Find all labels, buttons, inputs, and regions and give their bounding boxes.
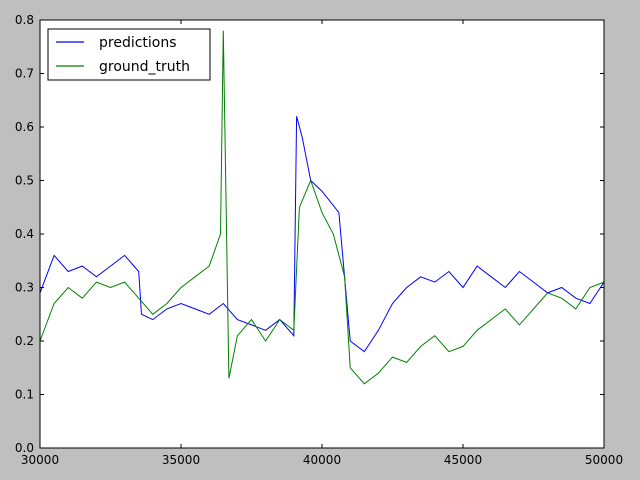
figure: 30000 35000 40000 45000 50000 0.0 0.1 0.2 0.3 0.4…	[0, 0, 640, 480]
x-tick-label: 45000	[444, 453, 482, 467]
x-tick-label: 35000	[162, 453, 200, 467]
y-tick-label: 0.6	[15, 120, 34, 134]
y-tick-label: 0.1	[15, 388, 34, 402]
legend: predictions ground_truth	[47, 28, 211, 81]
line-chart: 30000 35000 40000 45000 50000 0.0 0.1 0.2 0.3 0.4…	[0, 0, 640, 480]
y-tick-label: 0.8	[15, 13, 34, 27]
y-tick-label: 0.4	[15, 227, 34, 241]
x-tick-label: 40000	[303, 453, 341, 467]
legend-label-predictions: predictions	[99, 35, 177, 51]
x-tick-label: 50000	[585, 453, 623, 467]
plot-area	[40, 20, 604, 448]
legend-label-ground-truth: ground_truth	[99, 59, 190, 75]
y-tick-label: 0.0	[15, 441, 34, 455]
y-tick-label: 0.7	[15, 67, 34, 81]
y-tick-label: 0.5	[15, 174, 34, 188]
x-tick-label: 30000	[21, 453, 59, 467]
y-tick-label: 0.2	[15, 334, 34, 348]
y-tick-label: 0.3	[15, 281, 34, 295]
